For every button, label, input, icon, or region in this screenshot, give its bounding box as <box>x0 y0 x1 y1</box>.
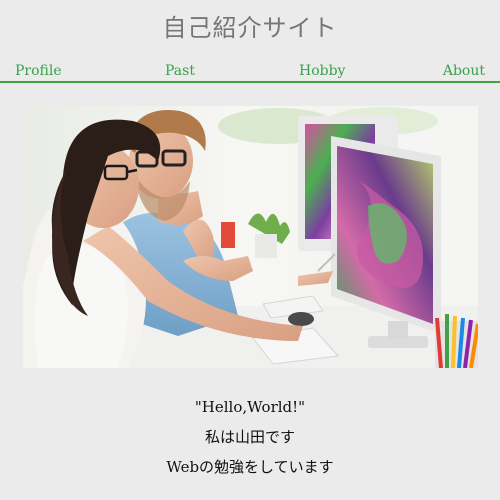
intro-name: 私は山田です <box>204 428 295 446</box>
page: 自己紹介サイト Profile Past Hobby About "Hello,… <box>0 0 500 500</box>
site-title: 自己紹介サイト <box>162 14 338 42</box>
main-nav: Profile Past Hobby About <box>0 63 500 83</box>
hero-illustration <box>23 106 478 368</box>
nav-item-profile[interactable]: Profile <box>15 63 62 79</box>
hero-image <box>23 106 478 368</box>
nav-item-past[interactable]: Past <box>165 63 195 79</box>
intro-greeting: "Hello,World!" <box>194 398 306 416</box>
nav-item-about[interactable]: About <box>443 63 485 79</box>
nav-item-hobby[interactable]: Hobby <box>299 63 345 79</box>
intro-description: Webの勉強をしています <box>166 458 334 476</box>
intro-section: "Hello,World!" 私は山田です Webの勉強をしています <box>0 392 500 482</box>
